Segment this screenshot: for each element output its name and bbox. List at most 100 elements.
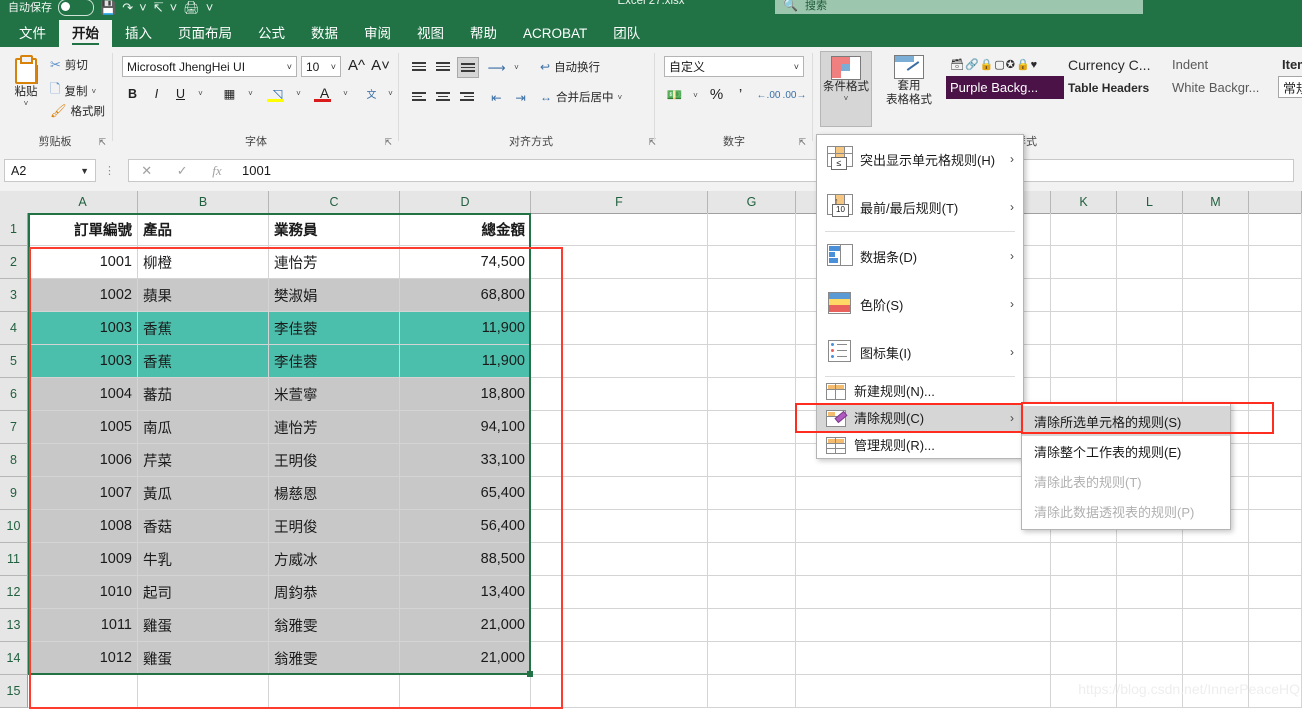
column-header-n[interactable] <box>1249 191 1302 213</box>
table-cell[interactable]: 米萱寧 <box>269 378 400 411</box>
merge-center-button[interactable]: ↔ 合并后居中 ˅ <box>540 89 622 105</box>
table-cell[interactable]: 連怡芳 <box>269 411 400 444</box>
cell-empty[interactable] <box>1051 246 1117 279</box>
column-header-c[interactable]: C <box>269 191 400 213</box>
cell-empty[interactable] <box>708 378 796 411</box>
cell-empty[interactable] <box>531 444 708 477</box>
cell-empty[interactable] <box>796 576 1051 609</box>
table-cell[interactable]: 柳橙 <box>138 246 269 279</box>
table-cell[interactable]: 黃瓜 <box>138 477 269 510</box>
menu-item-clear-rules[interactable]: 清除规则(C) › <box>817 404 1023 431</box>
cell-empty[interactable] <box>1249 543 1302 576</box>
tab-insert[interactable]: 插入 <box>112 20 165 47</box>
row-header-14[interactable]: 14 <box>0 642 28 675</box>
menu-item-new-rule[interactable]: 新建规则(N)... <box>817 377 1023 404</box>
cell-b1[interactable]: 產品 <box>138 213 269 246</box>
paste-dropdown-icon[interactable]: ˅ <box>24 99 29 108</box>
cell-empty[interactable] <box>1117 246 1183 279</box>
cell-empty[interactable] <box>1249 444 1302 477</box>
cell-empty[interactable] <box>1051 345 1117 378</box>
cell-empty[interactable] <box>708 609 796 642</box>
cell-empty[interactable] <box>796 642 1051 675</box>
table-cell[interactable]: 李佳蓉 <box>269 345 400 378</box>
conditional-formatting-button[interactable]: 条件格式 ˅ <box>820 51 872 127</box>
table-cell[interactable]: 樊淑娟 <box>269 279 400 312</box>
cell-empty[interactable] <box>531 609 708 642</box>
cell-empty[interactable] <box>708 411 796 444</box>
style-normal[interactable]: 常规 <box>1278 76 1302 98</box>
style-table-headers[interactable]: Table Headers <box>1064 76 1168 99</box>
cell-empty[interactable] <box>531 246 708 279</box>
style-currency-c[interactable]: Currency C... <box>1064 53 1168 76</box>
table-cell[interactable]: 1002 <box>28 279 138 312</box>
cancel-icon[interactable]: ✕ <box>141 163 152 179</box>
table-cell[interactable]: 18,800 <box>400 378 531 411</box>
cell-empty[interactable] <box>1051 576 1117 609</box>
style-item[interactable]: Item <box>1278 53 1302 76</box>
cell-empty[interactable] <box>796 609 1051 642</box>
table-cell[interactable]: 21,000 <box>400 642 531 675</box>
table-cell[interactable]: 起司 <box>138 576 269 609</box>
wrap-text-button[interactable]: ↩ 自动换行 <box>540 59 600 75</box>
table-cell[interactable]: 蘋果 <box>138 279 269 312</box>
table-cell[interactable]: 68,800 <box>400 279 531 312</box>
font-name-dropdown-icon[interactable]: ˅ <box>287 62 292 72</box>
table-cell[interactable]: 香菇 <box>138 510 269 543</box>
phonetic-guide-icon[interactable]: 文 <box>361 83 382 104</box>
menu-item-manage-rules[interactable]: 管理规则(R)... <box>817 431 1023 458</box>
currency-format-icon[interactable]: 💵 <box>664 85 685 106</box>
table-cell[interactable]: 1012 <box>28 642 138 675</box>
table-cell[interactable]: 1010 <box>28 576 138 609</box>
cell-empty[interactable] <box>1183 312 1249 345</box>
cell-empty[interactable] <box>1051 213 1117 246</box>
column-header-b[interactable]: B <box>138 191 269 213</box>
underline-dropdown-icon[interactable]: ˅ <box>190 83 211 104</box>
cell-empty[interactable] <box>1183 576 1249 609</box>
font-name-input[interactable]: Microsoft JhengHei UI ˅ <box>122 56 297 77</box>
table-cell[interactable]: 連怡芳 <box>269 246 400 279</box>
selection-fill-handle[interactable] <box>527 671 533 677</box>
comma-format-icon[interactable]: ’ <box>730 84 751 105</box>
align-middle-icon[interactable] <box>433 57 453 76</box>
copy-dropdown-icon[interactable]: ˅ <box>91 87 96 96</box>
cell-empty[interactable] <box>1249 609 1302 642</box>
orientation-icon[interactable]: ⟶ <box>486 57 507 78</box>
name-box-dropdown-icon[interactable]: ▼ <box>80 166 89 176</box>
number-dialog-launcher-icon[interactable]: ⇱ <box>798 137 806 148</box>
cell-empty[interactable] <box>138 675 269 708</box>
table-cell[interactable]: 65,400 <box>400 477 531 510</box>
menu-item-highlight-cells-rules[interactable]: ≤ 突出显示单元格规则(H) › <box>817 135 1023 183</box>
row-header-5[interactable]: 5 <box>0 345 28 378</box>
cell-empty[interactable] <box>531 213 708 246</box>
table-cell[interactable]: 1009 <box>28 543 138 576</box>
cell-empty[interactable] <box>531 378 708 411</box>
cell-empty[interactable] <box>1183 213 1249 246</box>
align-left-icon[interactable] <box>409 87 429 106</box>
merge-center-dropdown-icon[interactable]: ˅ <box>618 93 623 102</box>
table-cell[interactable]: 李佳蓉 <box>269 312 400 345</box>
row-header-10[interactable]: 10 <box>0 510 28 543</box>
cell-empty[interactable] <box>1183 609 1249 642</box>
cell-empty[interactable] <box>1051 279 1117 312</box>
cell-c1[interactable]: 業務員 <box>269 213 400 246</box>
cell-a1[interactable]: 訂單編號 <box>28 213 138 246</box>
cell-empty[interactable] <box>708 576 796 609</box>
tab-review[interactable]: 审阅 <box>351 20 404 47</box>
table-cell[interactable]: 翁雅雯 <box>269 609 400 642</box>
table-cell[interactable]: 牛乳 <box>138 543 269 576</box>
cell-empty[interactable] <box>1183 246 1249 279</box>
cell-empty[interactable] <box>531 279 708 312</box>
borders-dropdown-icon[interactable]: ˅ <box>240 83 261 104</box>
table-cell[interactable]: 香蕉 <box>138 345 269 378</box>
row-header-4[interactable]: 4 <box>0 312 28 345</box>
table-cell[interactable]: 11,900 <box>400 312 531 345</box>
font-size-dropdown-icon[interactable]: ˅ <box>331 62 336 72</box>
menu-item-icon-sets[interactable]: 图标集(I) › <box>817 328 1023 376</box>
tab-data[interactable]: 数据 <box>298 20 351 47</box>
cell-empty[interactable] <box>1249 378 1302 411</box>
submenu-item-clear-entire-sheet[interactable]: 清除整个工作表的规则(E) <box>1022 436 1230 466</box>
cell-empty[interactable] <box>1183 543 1249 576</box>
align-center-icon[interactable] <box>433 87 453 106</box>
cell-empty[interactable] <box>796 510 1051 543</box>
row-header-11[interactable]: 11 <box>0 543 28 576</box>
